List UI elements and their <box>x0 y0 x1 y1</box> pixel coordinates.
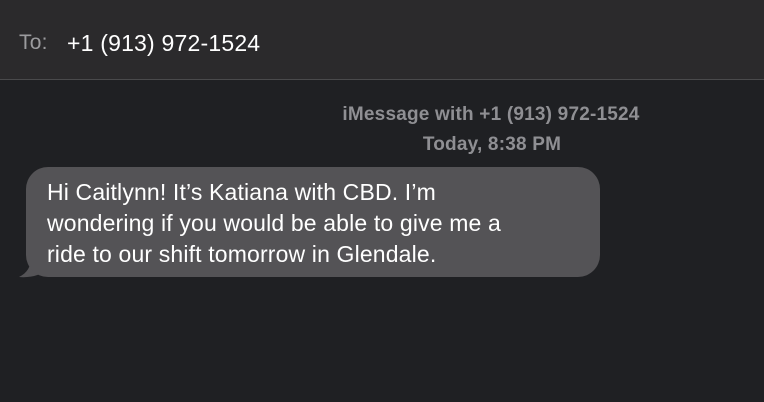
recipient-field[interactable]: +1 (913) 972-1524 <box>67 30 260 57</box>
incoming-message[interactable]: Hi Caitlynn! It’s Katiana with CBD. I’m … <box>19 167 600 278</box>
message-timestamp: Today, 8:38 PM <box>422 134 562 155</box>
recipient-header: To: +1 (913) 972-1524 <box>0 0 764 80</box>
message-bubble: Hi Caitlynn! It’s Katiana with CBD. I’m … <box>26 167 600 277</box>
service-label: iMessage with +1 (913) 972-1524 <box>342 104 640 125</box>
message-line: wondering if you would be able to give m… <box>47 210 501 236</box>
message-line: Hi Caitlynn! It’s Katiana with CBD. I’m <box>47 179 436 205</box>
message-line: ride to our shift tomorrow in Glendale. <box>47 241 437 267</box>
to-label: To: <box>19 31 48 54</box>
